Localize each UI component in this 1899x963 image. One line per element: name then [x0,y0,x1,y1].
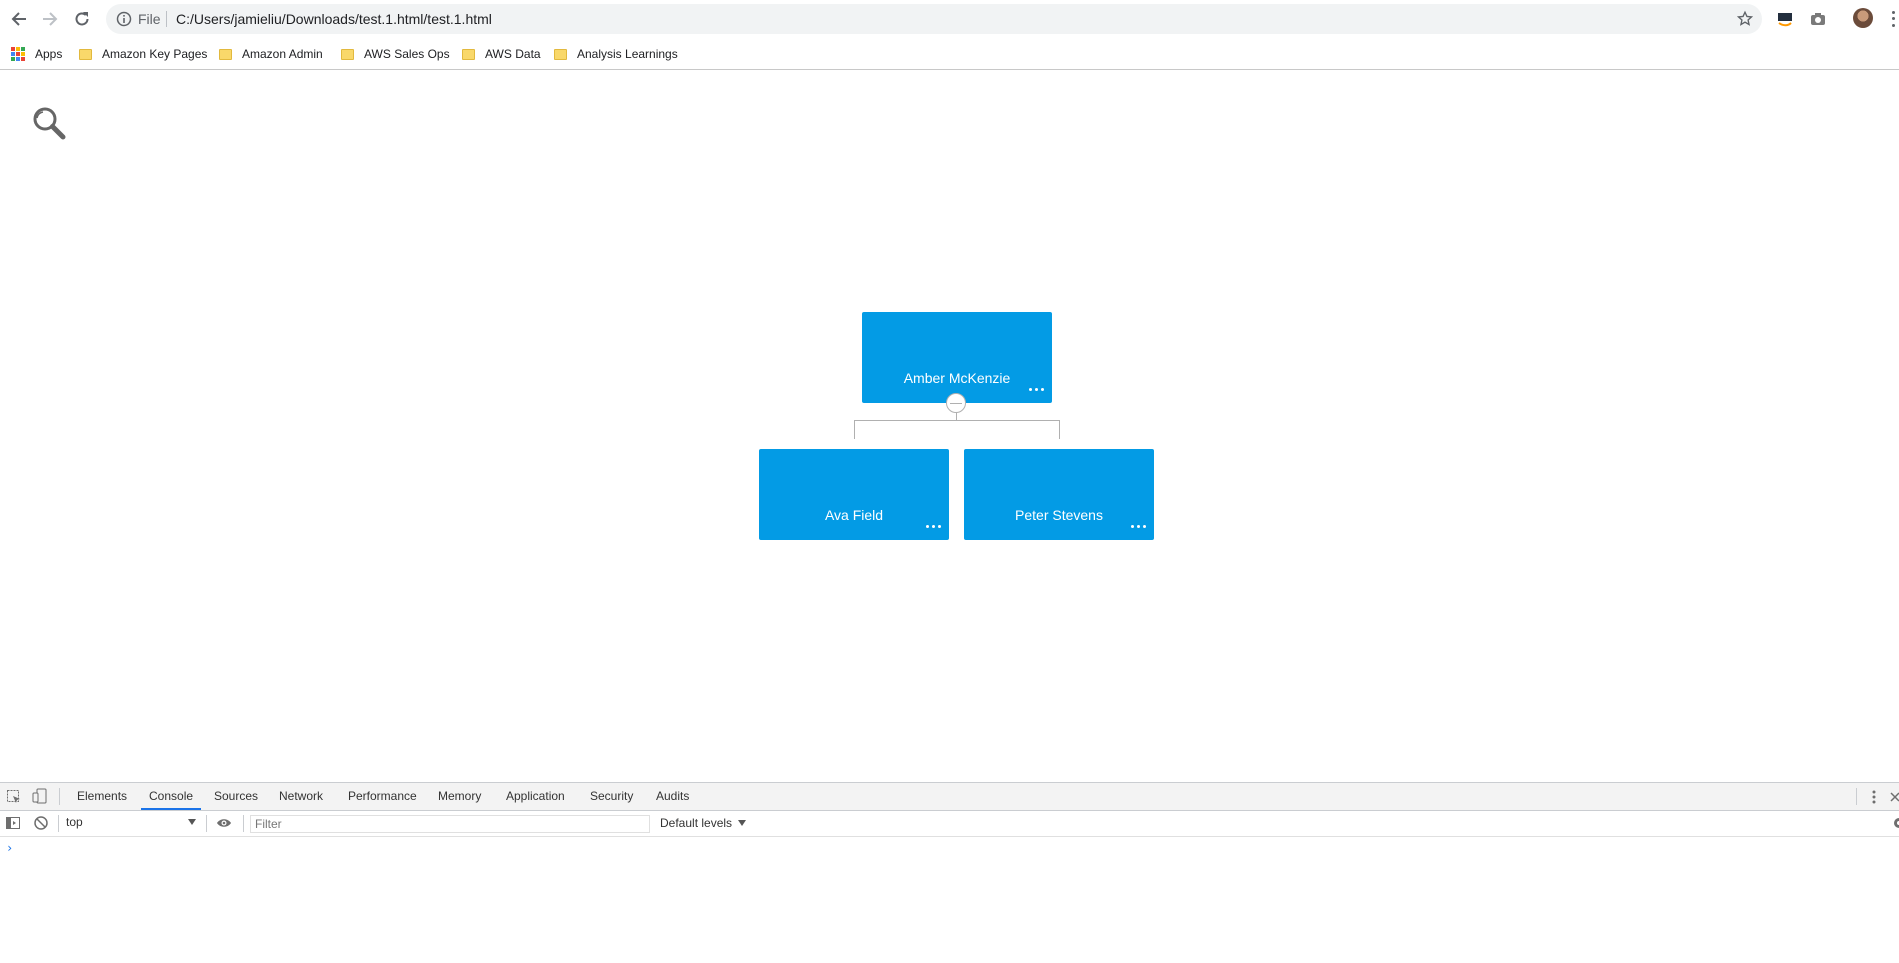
devtools-divider [58,815,59,832]
org-node-root[interactable]: Amber McKenzie [862,312,1052,403]
live-expression-eye-icon[interactable] [216,816,232,835]
devtools-menu-icon[interactable] [1871,789,1877,810]
org-node-child[interactable]: Ava Field [759,449,949,540]
context-value: top [66,815,83,829]
bookmark-label: Apps [35,47,63,61]
console-settings-gear-icon[interactable] [1890,816,1899,835]
folder-icon [341,48,354,60]
bookmark-label: Amazon Key Pages [102,47,208,61]
tab-memory[interactable]: Memory [438,783,481,810]
forward-arrow-icon [43,12,58,26]
back-button[interactable] [7,7,31,31]
address-divider [166,11,167,27]
log-levels-dropdown[interactable]: Default levels [660,816,747,830]
bookmark-amazon-admin[interactable]: Amazon Admin [219,44,323,64]
console-prompt[interactable]: › [6,841,13,855]
connector-line [854,420,1060,421]
devtools-divider [59,788,60,805]
collapse-toggle-button[interactable] [946,393,966,413]
folder-icon [462,48,475,60]
tab-audits[interactable]: Audits [656,783,689,810]
back-arrow-icon [11,12,26,26]
org-node-child[interactable]: Peter Stevens [964,449,1154,540]
profile-avatar[interactable] [1853,8,1873,28]
node-menu-icon[interactable] [1131,525,1146,528]
devtools-divider [243,815,244,832]
apps-grid-icon [11,47,25,61]
node-menu-icon[interactable] [1029,388,1044,391]
address-bar[interactable]: File C:/Users/jamieliu/Downloads/test.1.… [106,4,1762,34]
address-scheme: File [138,11,161,27]
bookmark-aws-data[interactable]: AWS Data [462,44,541,64]
devtools-panel: Elements Console Sources Network Perform… [0,782,1899,963]
folder-icon [219,48,232,60]
console-filter-input[interactable] [250,815,650,833]
dropdown-arrow-icon [738,820,747,826]
node-name: Amber McKenzie [903,370,1011,386]
tab-network[interactable]: Network [279,783,323,810]
camera-extension-icon[interactable] [1808,9,1828,29]
tab-console[interactable]: Console [140,783,202,810]
bookmark-label: Amazon Admin [242,47,323,61]
dropdown-arrow-icon [188,819,196,825]
reload-button[interactable] [70,7,94,31]
browser-toolbar: File C:/Users/jamieliu/Downloads/test.1.… [0,0,1899,38]
bookmark-star-icon[interactable] [1736,10,1754,33]
search-icon[interactable] [32,106,66,145]
bookmark-label: AWS Data [485,47,541,61]
folder-icon [79,48,92,60]
amazon-assistant-extension-icon[interactable] [1775,9,1795,29]
device-toolbar-icon[interactable] [32,788,48,809]
bookmark-analysis-learnings[interactable]: Analysis Learnings [554,44,678,64]
bookmark-label: AWS Sales Ops [364,47,450,61]
bookmark-apps[interactable]: Apps [11,44,62,64]
tab-sources[interactable]: Sources [214,783,258,810]
devtools-divider [1856,788,1857,805]
clear-console-icon[interactable] [33,815,49,836]
tab-application[interactable]: Application [506,783,565,810]
context-select[interactable]: top [66,815,198,832]
tab-performance[interactable]: Performance [348,783,417,810]
folder-icon [554,48,567,60]
page-content: Amber McKenzie Ava Field Peter Stevens [0,70,1899,782]
close-devtools-icon[interactable] [1890,790,1899,808]
address-url[interactable]: C:/Users/jamieliu/Downloads/test.1.html/… [176,11,492,27]
browser-menu-icon[interactable] [1890,9,1896,29]
bookmark-label: Analysis Learnings [577,47,678,61]
devtools-tab-bar: Elements Console Sources Network Perform… [0,783,1899,811]
devtools-divider [206,815,207,832]
reload-icon [75,12,89,26]
bookmarks-bar: Apps Amazon Key Pages Amazon Admin AWS S… [0,38,1899,70]
site-info-icon[interactable] [116,11,132,32]
bookmark-aws-sales-ops[interactable]: AWS Sales Ops [341,44,450,64]
connector-line [854,420,855,439]
tab-elements[interactable]: Elements [77,783,127,810]
inspect-element-icon[interactable] [6,789,22,810]
console-toolbar: top Default levels [0,811,1899,837]
log-levels-label: Default levels [660,816,733,830]
connector-line [1059,420,1060,439]
tab-security[interactable]: Security [590,783,633,810]
node-menu-icon[interactable] [926,525,941,528]
bookmark-amazon-key-pages[interactable]: Amazon Key Pages [79,44,207,64]
sidebar-toggle-icon[interactable] [5,815,21,836]
node-name: Ava Field [824,507,884,523]
forward-button[interactable] [38,7,62,31]
node-name: Peter Stevens [1015,507,1103,523]
